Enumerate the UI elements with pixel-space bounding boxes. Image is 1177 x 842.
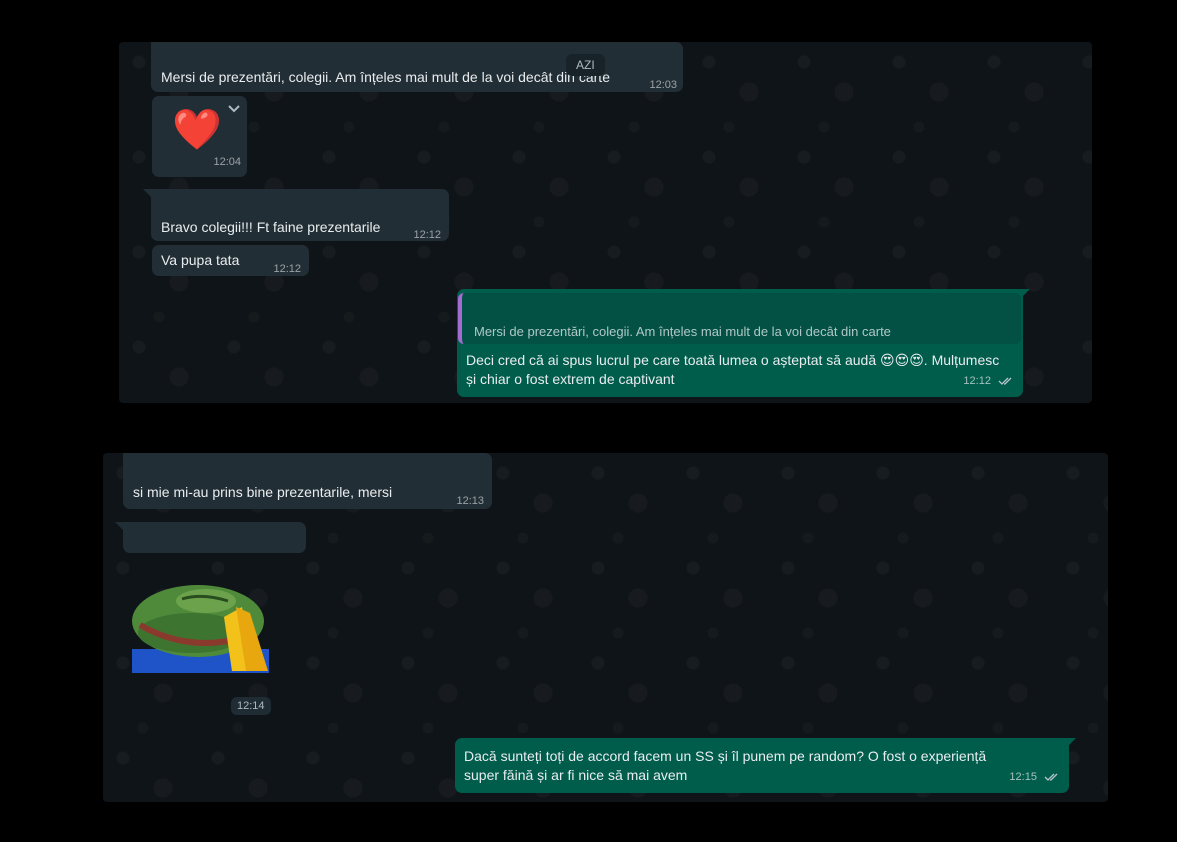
sticker-time: 12:14: [231, 697, 271, 715]
emoji-message-bubble[interactable]: ❤️ 12:04: [152, 96, 247, 177]
message-time: 12:04: [213, 156, 241, 168]
double-check-icon: [1044, 773, 1058, 782]
chat-panel-1: Mersi de prezentări, colegii. Am înțeles…: [119, 42, 1092, 403]
message-time: 12:12: [273, 263, 301, 275]
message-text: Bravo colegii!!! Ft faine prezentarile: [161, 219, 381, 235]
message-text: Va pupa tata: [161, 252, 240, 268]
heart-icon: ❤️: [172, 108, 222, 152]
date-chip: AZI: [566, 54, 605, 76]
quoted-message[interactable]: Mersi de prezentări, colegii. Am înțeles…: [458, 293, 1021, 344]
message-text: Mersi de prezentări, colegii. Am înțeles…: [161, 69, 610, 85]
message-text-line-2: și chiar o fost extrem de captivant: [466, 371, 675, 387]
frog-sticker-icon: [132, 585, 269, 673]
message-text-line-2: super făină și ar fi nice să mai avem: [464, 767, 688, 783]
message-time: 12:13: [456, 495, 484, 507]
message-time: 12:03: [649, 79, 677, 91]
bubble-tail: [1021, 289, 1030, 298]
message-time: 12:12: [413, 229, 441, 241]
message-bubble[interactable]: Va pupa tata 12:12: [152, 245, 309, 276]
quoted-text: Mersi de prezentări, colegii. Am înțeles…: [474, 324, 891, 339]
bubble-tail: [1067, 738, 1076, 747]
message-bubble[interactable]: [123, 522, 306, 553]
message-text: si mie mi-au prins bine prezentarile, me…: [133, 484, 393, 500]
message-time-status: 12:15: [1009, 768, 1060, 787]
double-check-icon: [998, 377, 1012, 386]
pepe-praying-sticker[interactable]: [132, 577, 272, 677]
message-time-status: 12:12: [963, 372, 1014, 391]
message-time: 12:15: [1009, 771, 1037, 783]
chevron-down-icon[interactable]: [227, 104, 241, 114]
chat-panel-2: si mie mi-au prins bine prezentarile, me…: [103, 453, 1108, 802]
message-text-line-1: Dacă sunteți toți de accord facem un SS …: [464, 748, 987, 764]
reply-message-bubble[interactable]: Mersi de prezentări, colegii. Am înțeles…: [457, 289, 1023, 397]
message-time: 12:12: [963, 375, 991, 387]
message-bubble[interactable]: Bravo colegii!!! Ft faine prezentarile 1…: [151, 189, 449, 241]
message-bubble[interactable]: Dacă sunteți toți de accord facem un SS …: [455, 738, 1069, 793]
message-bubble[interactable]: si mie mi-au prins bine prezentarile, me…: [123, 453, 492, 509]
message-text-line-1: Deci cred că ai spus lucrul pe care toat…: [466, 352, 1000, 368]
